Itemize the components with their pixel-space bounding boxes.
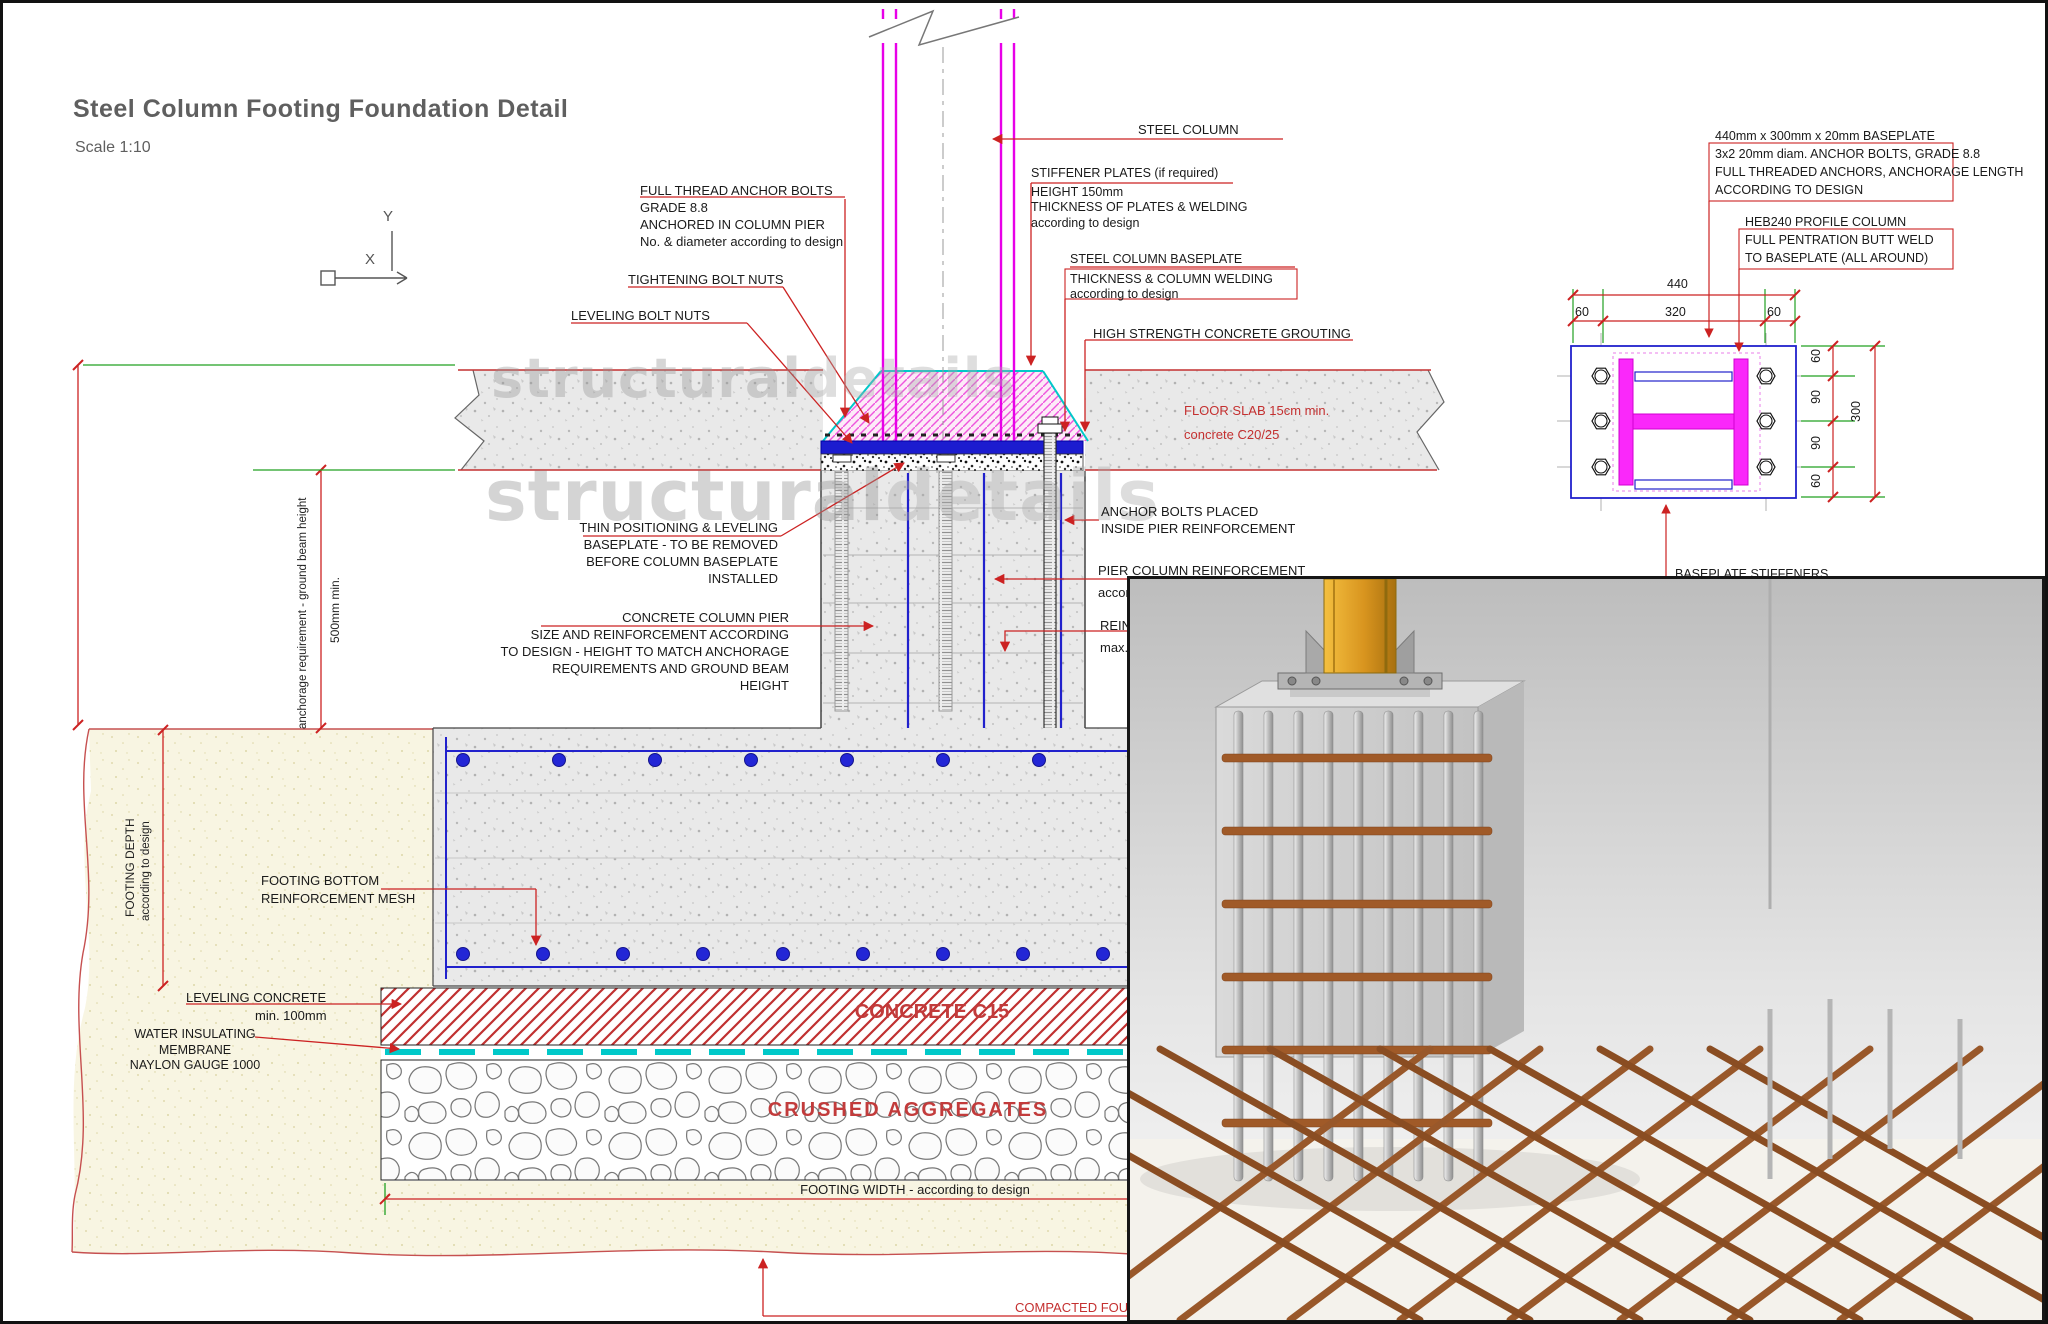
annotation-line: STEEL COLUMN BASEPLATE — [1070, 252, 1273, 268]
annotation-line: NAYLON GAUGE 1000 — [125, 1058, 265, 1074]
stiffener-plate — [1635, 372, 1732, 381]
drawing-sheet: structuraldetails structuraldetails Stee… — [0, 0, 2048, 1324]
annotation-line: BASEPLATE - TO BE REMOVED — [478, 536, 778, 553]
annotation-line: ANCHORED IN COLUMN PIER — [640, 216, 843, 233]
annotation-line: HEIGHT 150mm — [1031, 185, 1247, 201]
annotation-line: 440mm x 300mm x 20mm BASEPLATE — [1715, 127, 2023, 145]
label-footing-depth-note: according to design — [140, 795, 152, 921]
extension-lines — [83, 365, 455, 470]
annotation-line: according to design — [1070, 287, 1273, 303]
stiffener-plate — [1635, 480, 1732, 489]
annotation-line: REQUIREMENTS AND GROUND BEAM — [423, 660, 789, 677]
pier-side — [1478, 681, 1524, 1057]
drawing-scale: Scale 1:10 — [75, 139, 151, 157]
annotation-line: HEIGHT — [423, 677, 789, 694]
annotation-line: STIFFENER PLATES (if required) — [1031, 166, 1247, 182]
label-anchorage-requirement: anchorage requirement - ground beam heig… — [297, 455, 309, 729]
baseplate-plan-detail — [1557, 143, 1953, 580]
annotation-leveling-concrete: LEVELING CONCRETE — [186, 989, 326, 1006]
annotation-line: FOOTING BOTTOM — [261, 872, 415, 890]
annotation-water-membrane: WATER INSULATING MEMBRANE NAYLON GAUGE 1… — [125, 1027, 265, 1074]
annotation-line: ANCHOR BOLTS PLACED — [1101, 503, 1295, 520]
dim-320: 320 — [1665, 305, 1686, 319]
annotation-line: according to design — [1031, 216, 1247, 232]
annotation-line: No. & diameter according to design — [640, 233, 843, 250]
label-footing-width: FOOTING WIDTH - according to design — [715, 1181, 1115, 1198]
label-floor-slab-concrete: concrete C20/25 — [1184, 426, 1279, 443]
annotation-line: THICKNESS & COLUMN WELDING — [1070, 272, 1273, 288]
annotation-concrete-grouting: HIGH STRENGTH CONCRETE GROUTING — [1093, 325, 1351, 342]
dim-300: 300 — [1849, 401, 1863, 422]
dim-60-right: 60 — [1767, 305, 1781, 319]
annotation-concrete-column-pier: CONCRETE COLUMN PIER SIZE AND REINFORCEM… — [423, 609, 789, 694]
annotation-line: THICKNESS OF PLATES & WELDING — [1031, 200, 1247, 216]
annotation-stiffener-plates: STIFFENER PLATES (if required) HEIGHT 15… — [1031, 166, 1247, 231]
annotation-leveling-bolt-nuts: LEVELING BOLT NUTS — [571, 307, 710, 324]
label-500mm-min: 500mm min. — [328, 523, 342, 643]
annotation-line: INSTALLED — [478, 570, 778, 587]
annotation-steel-column: STEEL COLUMN — [1138, 121, 1239, 138]
dim-440: 440 — [1667, 277, 1688, 291]
dim-60-a: 60 — [1809, 349, 1823, 363]
annotation-line: GRADE 8.8 — [640, 199, 843, 216]
annotation-line: REINFORCEMENT MESH — [261, 890, 415, 908]
annotation-steel-column-baseplate: STEEL COLUMN BASEPLATE THICKNESS & COLUM… — [1070, 252, 1273, 303]
break-symbol — [869, 11, 1019, 45]
label-floor-slab: FLOOR SLAB 15cm min. — [1184, 402, 1329, 419]
annotation-line: BEFORE COLUMN BASEPLATE — [478, 553, 778, 570]
annotation-full-thread-anchor-bolts: FULL THREAD ANCHOR BOLTS GRADE 8.8 ANCHO… — [640, 182, 843, 250]
render-3d-image — [1130, 579, 2042, 1320]
dim-60-b: 60 — [1809, 474, 1823, 488]
page-title: Steel Column Footing Foundation Detail — [73, 95, 568, 124]
annotation-line: FULL THREAD ANCHOR BOLTS — [640, 182, 843, 199]
annotation-line: TO BASEPLATE (ALL AROUND) — [1745, 249, 1934, 267]
annotation-thin-positioning-baseplate: THIN POSITIONING & LEVELING BASEPLATE - … — [478, 519, 778, 587]
render-3d-inset — [1127, 576, 2045, 1323]
label-footing-depth: FOOTING DEPTH — [123, 799, 137, 917]
annotation-line: SIZE AND REINFORCEMENT ACCORDING — [423, 626, 789, 643]
note-heb240: HEB240 PROFILE COLUMN FULL PENTRATION BU… — [1745, 213, 1934, 267]
dim-90-a: 90 — [1809, 390, 1823, 404]
axis-label-x: X — [365, 251, 375, 268]
annotation-line: FULL THREADED ANCHORS, ANCHORAGE LENGTH — [1715, 163, 2023, 181]
annotation-line: ACCORDING TO DESIGN — [1715, 181, 2023, 199]
dim-60-left: 60 — [1575, 305, 1589, 319]
annotation-line: CONCRETE COLUMN PIER — [423, 609, 789, 626]
annotation-line: INSIDE PIER REINFORCEMENT — [1101, 520, 1295, 537]
annotation-anchor-bolts-placed: ANCHOR BOLTS PLACED INSIDE PIER REINFORC… — [1101, 503, 1295, 537]
render-baseplate — [1278, 673, 1442, 689]
annotation-line: WATER INSULATING — [125, 1027, 265, 1043]
note-baseplate: 440mm x 300mm x 20mm BASEPLATE 3x2 20mm … — [1715, 127, 2023, 199]
axis-label-y: Y — [383, 208, 393, 225]
annotation-leveling-concrete-min: min. 100mm — [255, 1007, 327, 1024]
watermark: structuraldetails — [491, 347, 1016, 410]
ucs-axis-icon — [321, 231, 407, 285]
annotation-tightening-bolt-nuts: TIGHTENING BOLT NUTS — [628, 271, 784, 288]
annotation-line: MEMBRANE — [125, 1043, 265, 1059]
annotation-line: FULL PENTRATION BUTT WELD — [1745, 231, 1934, 249]
dim-90-b: 90 — [1809, 436, 1823, 450]
annotation-line: HEB240 PROFILE COLUMN — [1745, 213, 1934, 231]
annotation-footing-bottom-mesh: FOOTING BOTTOM REINFORCEMENT MESH — [261, 872, 415, 908]
annotation-line: THIN POSITIONING & LEVELING — [478, 519, 778, 536]
annotation-line: 3x2 20mm diam. ANCHOR BOLTS, GRADE 8.8 — [1715, 145, 2023, 163]
annotation-line: TO DESIGN - HEIGHT TO MATCH ANCHORAGE — [423, 643, 789, 660]
